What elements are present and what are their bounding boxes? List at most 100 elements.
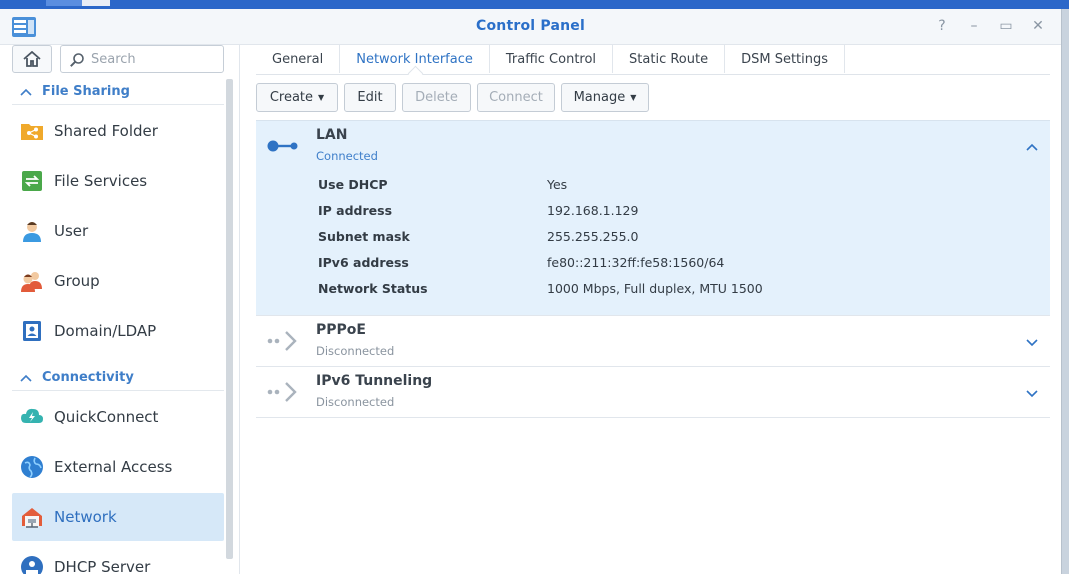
- chevron-up-icon: [20, 374, 32, 382]
- search-box[interactable]: [60, 45, 224, 73]
- manage-button[interactable]: Manage ▼: [561, 83, 649, 112]
- create-button[interactable]: Create ▼: [256, 83, 338, 112]
- search-input[interactable]: [91, 50, 219, 68]
- detail-row: Subnet mask 255.255.255.0: [318, 229, 1018, 255]
- dhcp-server-icon: [21, 556, 43, 574]
- detail-value: 192.168.1.129: [547, 203, 639, 218]
- chevron-down-icon[interactable]: [1024, 334, 1040, 350]
- caret-down-icon: ▼: [318, 93, 325, 102]
- interface-name: PPPoE: [316, 322, 366, 338]
- tab-bar: General Network Interface Traffic Contro…: [256, 45, 1050, 75]
- detail-value: Yes: [547, 177, 568, 192]
- sidebar-item-label: External Access: [54, 458, 173, 476]
- control-panel-window: Control Panel ? – ▭ ✕ File Sharing: [0, 9, 1062, 574]
- file-services-icon: [22, 171, 42, 191]
- sidebar-item-label: DHCP Server: [54, 558, 151, 574]
- sidebar-item-quickconnect[interactable]: QuickConnect: [12, 393, 224, 441]
- help-button[interactable]: ?: [931, 16, 953, 36]
- sidebar: File Sharing Shared Folder File Services: [0, 45, 240, 574]
- sidebar-item-label: User: [54, 222, 89, 240]
- interface-status: Connected: [316, 149, 378, 163]
- desktop-edge: [1062, 9, 1069, 574]
- interface-name: IPv6 Tunneling: [316, 373, 433, 389]
- interface-list: LAN Connected Use DHCP Yes IP address 19…: [256, 120, 1050, 418]
- interface-status: Disconnected: [316, 395, 395, 409]
- sidebar-item-file-services[interactable]: File Services: [12, 157, 224, 205]
- sidebar-item-group[interactable]: Group: [12, 257, 224, 305]
- disconnected-icon: [267, 382, 297, 402]
- sidebar-item-label: Shared Folder: [54, 122, 158, 140]
- toolbar: Create ▼ Edit Delete Connect Manage ▼: [256, 83, 649, 113]
- sidebar-item-network[interactable]: Network: [12, 493, 224, 541]
- detail-row: Network Status 1000 Mbps, Full duplex, M…: [318, 281, 1018, 307]
- detail-row: IPv6 address fe80::211:32ff:fe58:1560/64: [318, 255, 1018, 281]
- detail-value: 1000 Mbps, Full duplex, MTU 1500: [547, 281, 763, 296]
- disconnected-icon: [267, 331, 297, 351]
- interface-name: LAN: [316, 127, 348, 143]
- interface-row-ipv6-tunneling[interactable]: IPv6 Tunneling Disconnected: [256, 367, 1050, 418]
- detail-label: IPv6 address: [318, 255, 409, 270]
- sidebar-item-user[interactable]: User: [12, 207, 224, 255]
- taskbar-tab[interactable]: [46, 0, 82, 6]
- user-icon: [23, 222, 41, 242]
- sidebar-item-label: Domain/LDAP: [54, 322, 157, 340]
- maximize-button[interactable]: ▭: [995, 16, 1017, 36]
- sidebar-item-label: File Services: [54, 172, 148, 190]
- interface-row-lan[interactable]: LAN Connected Use DHCP Yes IP address 19…: [256, 120, 1050, 316]
- network-icon: [22, 508, 42, 528]
- domain-ldap-icon: [23, 321, 41, 341]
- section-label: Connectivity: [42, 370, 134, 385]
- chevron-down-icon[interactable]: [1024, 385, 1040, 401]
- main-content: General Network Interface Traffic Contro…: [256, 45, 1050, 574]
- detail-label: IP address: [318, 203, 393, 218]
- home-icon: [23, 51, 41, 67]
- interface-status: Disconnected: [316, 344, 395, 358]
- lan-connected-icon: [267, 140, 298, 152]
- chevron-up-icon[interactable]: [1024, 139, 1040, 155]
- detail-label: Subnet mask: [318, 229, 410, 244]
- taskbar: [0, 0, 1069, 9]
- sidebar-item-dhcp-server[interactable]: DHCP Server: [12, 543, 224, 574]
- sidebar-item-label: QuickConnect: [54, 408, 159, 426]
- manage-label: Manage: [573, 90, 626, 105]
- detail-label: Use DHCP: [318, 177, 388, 192]
- group-icon: [21, 272, 42, 292]
- close-button[interactable]: ✕: [1027, 16, 1049, 36]
- detail-label: Network Status: [318, 281, 428, 296]
- create-label: Create: [269, 90, 314, 105]
- connect-button[interactable]: Connect: [477, 83, 555, 112]
- minimize-button[interactable]: –: [963, 16, 985, 36]
- caret-down-icon: ▼: [630, 93, 637, 102]
- chevron-up-icon: [20, 88, 32, 96]
- sidebar-item-domain-ldap[interactable]: Domain/LDAP: [12, 307, 224, 355]
- detail-value: 255.255.255.0: [547, 229, 639, 244]
- shared-folder-icon: [21, 124, 43, 140]
- sidebar-item-label: Network: [54, 508, 117, 526]
- sidebar-item-external-access[interactable]: External Access: [12, 443, 224, 491]
- section-file-sharing[interactable]: File Sharing: [12, 79, 224, 105]
- window-title: Control Panel: [476, 18, 585, 34]
- home-button[interactable]: [12, 45, 52, 73]
- tab-static-route[interactable]: Static Route: [613, 45, 726, 73]
- detail-row: IP address 192.168.1.129: [318, 203, 1018, 229]
- quickconnect-icon: [21, 408, 43, 423]
- sidebar-scrollbar[interactable]: [226, 79, 233, 559]
- tab-traffic-control[interactable]: Traffic Control: [490, 45, 614, 73]
- external-access-icon: [21, 456, 43, 478]
- search-icon: [70, 53, 84, 67]
- delete-button[interactable]: Delete: [402, 83, 471, 112]
- interface-details: Use DHCP Yes IP address 192.168.1.129 Su…: [318, 177, 1018, 307]
- tab-general[interactable]: General: [256, 45, 341, 73]
- interface-row-pppoe[interactable]: PPPoE Disconnected: [256, 316, 1050, 367]
- sidebar-item-label: Group: [54, 272, 100, 290]
- tab-network-interface[interactable]: Network Interface: [340, 45, 490, 73]
- sidebar-item-shared-folder[interactable]: Shared Folder: [12, 107, 224, 155]
- section-connectivity[interactable]: Connectivity: [12, 365, 224, 391]
- detail-row: Use DHCP Yes: [318, 177, 1018, 203]
- taskbar-tab-active[interactable]: [82, 0, 110, 6]
- section-label: File Sharing: [42, 84, 130, 99]
- edit-button[interactable]: Edit: [344, 83, 396, 112]
- title-bar[interactable]: Control Panel ? – ▭ ✕: [0, 9, 1061, 45]
- tab-dsm-settings[interactable]: DSM Settings: [725, 45, 846, 73]
- detail-value: fe80::211:32ff:fe58:1560/64: [547, 255, 725, 270]
